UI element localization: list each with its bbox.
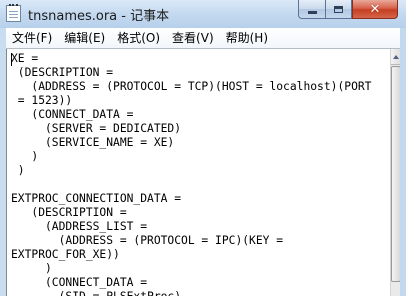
vertical-scrollbar[interactable] [390, 49, 401, 296]
title-bar[interactable]: tnsnames.ora - 记事本 ✕ [0, 0, 406, 28]
minimize-icon [307, 11, 317, 14]
menu-help[interactable]: 帮助(H) [220, 28, 274, 48]
notepad-icon-binding [9, 4, 18, 10]
window-title: tnsnames.ora - 记事本 [28, 9, 170, 24]
menu-bar: 文件(F) 编辑(E) 格式(O) 查看(V) 帮助(H) [6, 28, 400, 49]
notepad-icon-line [9, 14, 18, 15]
menu-view[interactable]: 查看(V) [166, 28, 220, 48]
maximize-icon [334, 5, 343, 13]
chevron-up-icon [393, 55, 399, 59]
text-editor[interactable]: XE = (DESCRIPTION = (ADDRESS = (PROTOCOL… [6, 49, 390, 296]
menu-format[interactable]: 格式(O) [111, 28, 166, 48]
close-icon: ✕ [369, 1, 381, 17]
caption-buttons: ✕ [298, 0, 398, 19]
close-button[interactable]: ✕ [352, 0, 398, 19]
window-frame-right [400, 28, 406, 296]
maximize-button[interactable] [325, 0, 352, 19]
notepad-icon-line [9, 17, 18, 18]
minimize-button[interactable] [298, 0, 325, 19]
notepad-icon[interactable] [6, 4, 21, 22]
menu-file[interactable]: 文件(F) [6, 28, 58, 48]
editor-content[interactable]: XE = (DESCRIPTION = (ADDRESS = (PROTOCOL… [11, 52, 371, 296]
menu-edit[interactable]: 编辑(E) [58, 28, 111, 48]
notepad-window: tnsnames.ora - 记事本 ✕ 文件(F) 编辑(E) 格式(O) 查… [0, 0, 406, 296]
text-caret [11, 53, 12, 66]
notepad-icon-line [9, 11, 18, 12]
